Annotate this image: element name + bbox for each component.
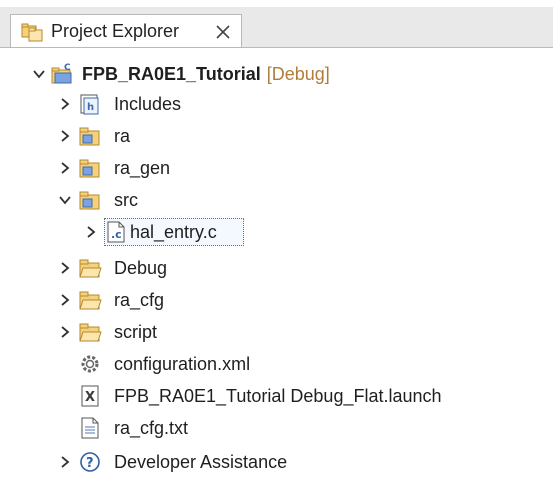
tree-item-hal-entry[interactable]: .c hal_entry.c: [0, 216, 553, 249]
tree-item-configuration-xml[interactable]: configuration.xml: [0, 348, 553, 381]
tree-item-ra[interactable]: ra: [0, 120, 553, 153]
close-icon[interactable]: [215, 24, 231, 40]
c-project-icon: C: [51, 63, 72, 84]
chevron-right-icon[interactable]: [58, 97, 72, 111]
chevron-down-icon[interactable]: [32, 67, 46, 81]
tree-item-ra-cfg-txt[interactable]: ra_cfg.txt: [0, 412, 553, 445]
build-config-decoration: [Debug]: [266, 64, 330, 84]
project-name: FPB_RA0E1_Tutorial: [82, 64, 261, 84]
includes-icon: h: [80, 94, 99, 115]
source-folder-icon: [79, 191, 100, 210]
tree-item-label: Debug: [114, 258, 168, 278]
text-file-icon: [81, 417, 99, 439]
chevron-right-icon[interactable]: [58, 455, 72, 469]
source-folder-icon: [79, 127, 100, 146]
configuration-gear-icon: [81, 355, 99, 373]
tree-item-label: ra: [114, 126, 131, 146]
chevron-right-icon[interactable]: [58, 129, 72, 143]
view-tab-bar: Project Explorer: [0, 7, 553, 47]
tree-item-label: hal_entry.c: [130, 222, 217, 242]
tree-item-launch-config[interactable]: X FPB_RA0E1_Tutorial Debug_Flat.launch: [0, 380, 553, 413]
svg-text:X: X: [85, 390, 95, 405]
project-explorer-icon: [21, 23, 43, 42]
source-folder-icon: [79, 159, 100, 178]
tree-item-ra-cfg[interactable]: ra_cfg: [0, 284, 553, 317]
tree-item-label: ra_cfg: [114, 290, 165, 310]
c-file-icon: .c: [107, 221, 125, 243]
project-label: FPB_RA0E1_Tutorial [Debug]: [82, 62, 330, 86]
tree-item-label: Includes: [114, 94, 182, 114]
chevron-right-icon[interactable]: [58, 325, 72, 339]
tree-item-label: src: [114, 190, 138, 210]
tree-item-project[interactable]: C FPB_RA0E1_Tutorial [Debug]: [0, 58, 553, 91]
tree-item-label: FPB_RA0E1_Tutorial Debug_Flat.launch: [114, 386, 442, 406]
chevron-right-icon[interactable]: [58, 261, 72, 275]
tree-item-ra-gen[interactable]: ra_gen: [0, 152, 553, 185]
tree-item-label: configuration.xml: [114, 354, 251, 374]
chevron-right-icon[interactable]: [58, 293, 72, 307]
tree-item-src[interactable]: src: [0, 184, 553, 217]
project-tree: C FPB_RA0E1_Tutorial[Debug] h Includes: [0, 47, 553, 502]
tree-item-debug[interactable]: Debug: [0, 252, 553, 285]
svg-text:h: h: [87, 102, 94, 113]
folder-icon: [79, 291, 102, 310]
tree-item-developer-assistance[interactable]: ? Developer Assistance: [0, 446, 553, 479]
chevron-right-icon[interactable]: [84, 225, 98, 239]
tree-item-label: script: [114, 322, 158, 342]
svg-text:.c: .c: [111, 228, 122, 241]
tree-item-label: ra_gen: [114, 158, 171, 178]
help-icon: ?: [80, 452, 100, 472]
folder-icon: [79, 323, 102, 342]
project-explorer-window: Project Explorer C FPB_RA0E1_Tutorial [De…: [0, 0, 553, 502]
tree-item-label: Developer Assistance: [114, 452, 288, 472]
launch-config-icon: X: [81, 385, 99, 407]
tab-project-explorer[interactable]: Project Explorer: [10, 14, 242, 47]
svg-text:?: ?: [86, 456, 94, 471]
top-cropped-strip: [0, 0, 553, 7]
svg-text:C: C: [64, 63, 71, 73]
tree-item-script[interactable]: script: [0, 316, 553, 349]
folder-icon: [79, 259, 102, 278]
tree-item-includes[interactable]: h Includes: [0, 88, 553, 121]
chevron-right-icon[interactable]: [58, 161, 72, 175]
chevron-down-icon[interactable]: [58, 193, 72, 207]
tab-title: Project Explorer: [51, 21, 180, 41]
tree-item-label: ra_cfg.txt: [114, 418, 189, 438]
